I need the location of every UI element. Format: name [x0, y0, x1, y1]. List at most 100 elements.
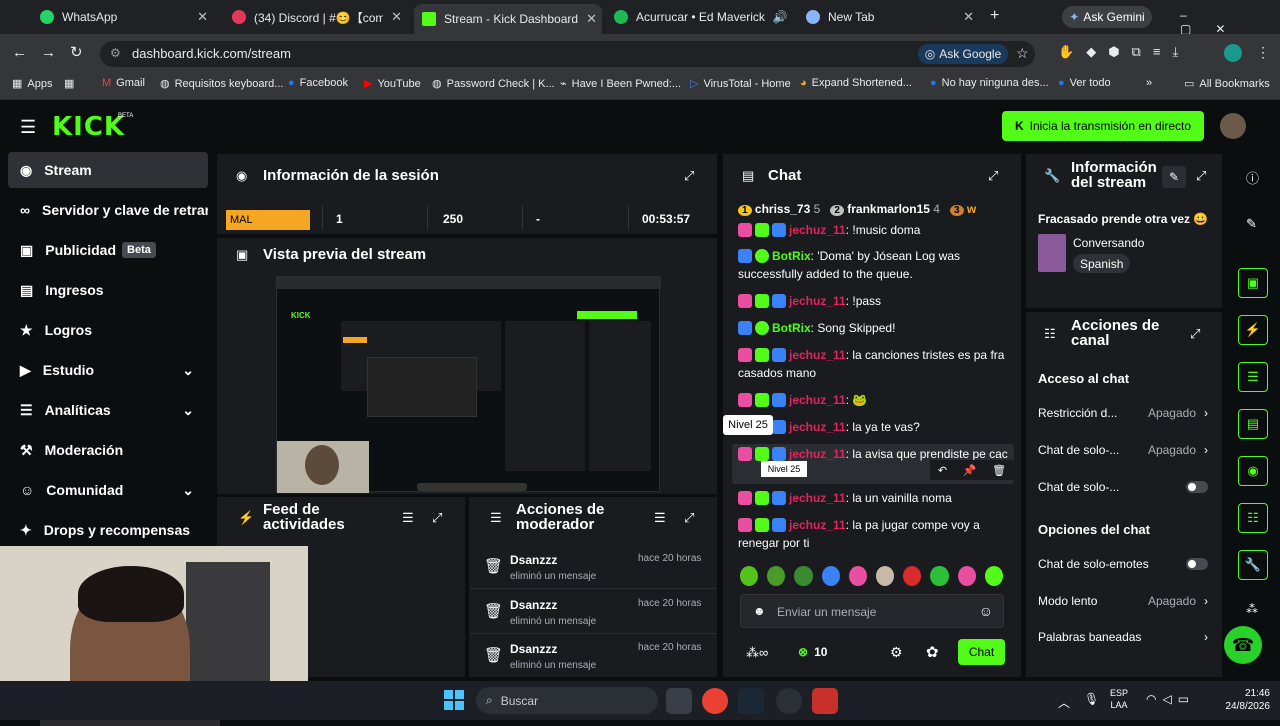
taskbar-search[interactable]: ⌕ Buscar — [476, 687, 658, 714]
more-icon[interactable]: ⁂ — [1246, 602, 1258, 616]
rail-wrench-icon[interactable]: 🔧 — [1238, 550, 1268, 580]
rail-preview-icon[interactable]: ▣ — [1238, 268, 1268, 298]
channel-points[interactable]: ⊗ 10 — [798, 645, 827, 659]
app-icon[interactable] — [776, 688, 802, 714]
filter-icon[interactable]: ☰ — [654, 510, 666, 526]
bookmark-facebook[interactable]: ● Facebook — [288, 77, 348, 89]
send-chat-button[interactable]: Chat — [958, 639, 1005, 665]
puzzle-icon[interactable]: ⧉ — [1132, 44, 1141, 60]
emote-icon[interactable] — [821, 566, 840, 586]
tab-kick-dashboard[interactable]: Stream - Kick Dashboard ✕ — [414, 4, 602, 34]
emote-icon[interactable] — [984, 566, 1004, 586]
window-controls[interactable]: –▢✕ — [1180, 8, 1280, 36]
bookmark-youtube[interactable]: ▶ YouTube — [364, 77, 421, 91]
rail-bolt-icon[interactable]: ⚡ — [1238, 315, 1268, 345]
user-avatar[interactable] — [1220, 113, 1246, 139]
tab-spotify[interactable]: Acurrucar • Ed Maverick🔊✕ — [606, 4, 794, 30]
emote-icon[interactable] — [903, 566, 922, 586]
bookmark-virustotal[interactable]: ▷ VirusTotal - Home — [690, 77, 791, 91]
category-name[interactable]: Conversando — [1073, 236, 1144, 250]
mic-icon[interactable]: 🎙 — [1084, 692, 1099, 706]
language-indicator[interactable]: ESP LAA — [1110, 687, 1128, 711]
sidebar-item-logros[interactable]: ★ Logros — [8, 312, 208, 348]
nav-buttons[interactable]: ←→↻ — [12, 43, 97, 61]
sidebar-item-ingresos[interactable]: ▤ Ingresos — [8, 272, 208, 308]
bookmark-ver-todo[interactable]: ● Ver todo — [1058, 77, 1111, 89]
ask-gemini-button[interactable]: ✦ Ask Gemini — [1062, 6, 1152, 28]
extension-icon[interactable]: ◆ — [1086, 44, 1096, 60]
windows-start-icon[interactable] — [444, 690, 464, 710]
rail-stream-icon[interactable]: ◉ — [1238, 456, 1268, 486]
toggle-switch[interactable] — [1186, 481, 1208, 493]
edit-pencil-icon[interactable]: ✎ — [1162, 166, 1186, 188]
more-bookmarks-icon[interactable]: » — [1146, 77, 1152, 89]
menu-dots-icon[interactable]: ⋮ — [1256, 44, 1270, 61]
setting-row[interactable]: Restricción d... Apagado › — [1038, 406, 1208, 420]
settings-chain-icon[interactable]: ⁂∞ — [746, 645, 768, 661]
sidebar-item-stream[interactable]: ◉ Stream — [8, 152, 208, 188]
bookmark-apps[interactable]: ▦ Apps — [12, 77, 52, 91]
profile-avatar[interactable] — [1224, 44, 1242, 62]
sidebar-item-drops[interactable]: ✦ Drops y recompensas — [8, 512, 208, 548]
reading-list-icon[interactable]: ≡ — [1153, 44, 1161, 60]
support-chat-icon[interactable]: ☎ — [1224, 626, 1262, 664]
sidebar-item-comunidad[interactable]: ☺ Comunidad ⌄ — [8, 472, 208, 508]
top-gifter[interactable]: 1 chriss_73 5 — [738, 202, 820, 222]
edit-pencil-icon[interactable]: ✎ — [1246, 216, 1257, 232]
system-tray-icons[interactable]: ◠◁▭ — [1146, 692, 1195, 706]
pin-icon[interactable]: 📌 — [963, 464, 977, 477]
chrome-taskbar-icon[interactable] — [702, 688, 728, 714]
top-gifter[interactable]: 2 frankmarlon15 4 — [830, 202, 940, 222]
popout-icon[interactable]: ⤢ — [684, 510, 694, 526]
kick-logo[interactable]: KICK — [52, 112, 125, 142]
go-live-button[interactable]: K Inicia la transmisión en directo — [1002, 111, 1204, 141]
rail-list-icon[interactable]: ☰ — [1238, 362, 1268, 392]
clock[interactable]: 21:46 24/8/2026 — [1216, 687, 1271, 713]
emote-icon[interactable] — [740, 566, 759, 586]
emote-icon[interactable] — [767, 566, 786, 586]
task-view-icon[interactable] — [666, 688, 692, 714]
reply-icon[interactable]: ↶ — [938, 464, 947, 477]
setting-row[interactable]: Chat de solo-... Apagado › — [1038, 443, 1208, 457]
rail-sliders-icon[interactable]: ☷ — [1238, 503, 1268, 533]
rail-chat-icon[interactable]: ▤ — [1238, 409, 1268, 439]
site-info-icon[interactable]: ⚙ — [110, 46, 121, 60]
close-icon[interactable]: ✕ — [197, 9, 208, 25]
gear-icon[interactable]: ⚙ — [890, 644, 903, 661]
ask-google-button[interactable]: ◎ Ask Google — [918, 44, 1008, 64]
emote-icon[interactable] — [848, 566, 868, 586]
bookmark-facebook-2[interactable]: ● No hay ninguna des... — [930, 77, 1049, 89]
steam-icon[interactable] — [738, 688, 764, 714]
emote-icon[interactable] — [957, 566, 976, 586]
tab-search-icon[interactable]: ▦ — [64, 77, 74, 90]
tab-new-tab[interactable]: New Tab ✕ — [798, 4, 982, 30]
bot-icon[interactable]: ✿ — [926, 643, 939, 661]
all-bookmarks[interactable]: ▭ All Bookmarks — [1184, 77, 1270, 91]
app-icon[interactable] — [812, 688, 838, 714]
tab-whatsapp[interactable]: WhatsApp ✕ — [32, 4, 216, 30]
emote-icon[interactable] — [930, 566, 949, 586]
sidebar-item-publicidad[interactable]: ▣ Publicidad Beta — [8, 232, 208, 268]
extension-icon[interactable]: ⬢ — [1108, 44, 1119, 60]
bookmark-gmail[interactable]: M Gmail — [102, 77, 145, 89]
bookmark-password-check[interactable]: ◍ Password Check | K... — [432, 77, 555, 91]
delete-icon[interactable]: 🗑 — [992, 464, 1006, 477]
popout-icon[interactable]: ⤢ — [1196, 168, 1206, 184]
setting-row[interactable]: Modo lento Apagado › — [1038, 594, 1208, 608]
bookmark-hibp[interactable]: ⌁ Have I Been Pwned:... — [560, 77, 681, 91]
emote-icon[interactable] — [794, 566, 813, 586]
extension-icon[interactable]: ✋ — [1058, 44, 1074, 60]
popout-icon[interactable]: ⤢ — [432, 510, 442, 526]
tab-discord[interactable]: (34) Discord | #😊【comunid✕ — [224, 4, 410, 30]
emote-picker-icon[interactable]: ☻ — [753, 604, 766, 618]
filter-icon[interactable]: ☰ — [402, 510, 414, 526]
new-tab-plus-icon[interactable]: + — [990, 7, 999, 25]
top-gifter[interactable]: 3 w — [949, 202, 976, 222]
bookmark-star-icon[interactable]: ☆ — [1016, 45, 1029, 62]
close-icon[interactable]: ✕ — [586, 11, 597, 27]
popout-icon[interactable]: ⤢ — [684, 168, 694, 184]
url-text[interactable]: dashboard.kick.com/stream — [132, 46, 291, 61]
close-icon[interactable]: ✕ — [963, 9, 974, 25]
sidebar-item-server-key[interactable]: ∞Servidor y clave de retransmisi — [8, 192, 208, 228]
toggle-switch[interactable] — [1186, 558, 1208, 570]
